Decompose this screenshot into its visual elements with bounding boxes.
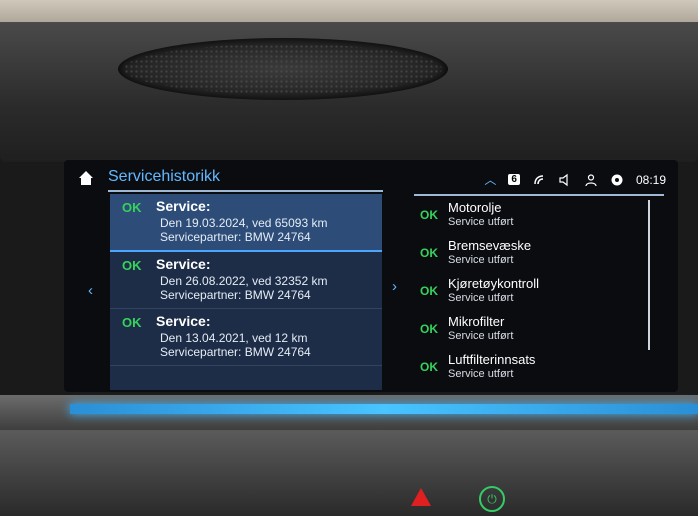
ambient-light-strip — [70, 404, 698, 414]
connectivity-icon[interactable] — [532, 173, 546, 187]
service-record-1[interactable]: OK Service: Den 19.03.2024, ved 65093 km… — [110, 194, 382, 252]
service-item-mikrofilter[interactable]: OK Mikrofilter Service utført — [414, 310, 664, 348]
item-name: Mikrofilter — [448, 314, 505, 329]
item-status-text: Service utført — [448, 216, 514, 228]
service-item-motorolje[interactable]: OK Motorolje Service utført — [414, 196, 664, 234]
service-item-kjoretoykontroll[interactable]: OK Kjøretøykontroll Service utført — [414, 272, 664, 310]
ok-status: OK — [420, 208, 438, 222]
record-date: Den 13.04.2021, ved 12 km — [160, 331, 308, 345]
center-console — [0, 430, 698, 516]
ok-status: OK — [122, 200, 142, 215]
page-title: Servicehistorikk — [108, 168, 221, 185]
speaker-icon[interactable] — [558, 173, 572, 187]
climate-icon[interactable] — [610, 173, 624, 187]
service-record-2[interactable]: OK Service: Den 26.08.2022, ved 32352 km… — [110, 252, 382, 309]
record-heading: Service: — [156, 256, 211, 272]
ok-status: OK — [122, 258, 142, 273]
scrollbar[interactable] — [648, 200, 650, 350]
service-item-luftfilterinnsats[interactable]: OK Luftfilterinnsats Service utført — [414, 348, 664, 386]
notification-badge[interactable]: 6 — [508, 174, 520, 185]
ok-status: OK — [420, 246, 438, 260]
record-heading: Service: — [156, 198, 211, 214]
drive-mode-button-icon[interactable]: ⏻ — [479, 486, 505, 512]
record-date: Den 26.08.2022, ved 32352 km — [160, 274, 328, 288]
chevron-up-icon[interactable]: ︿ — [484, 171, 496, 188]
ok-status: OK — [420, 284, 438, 298]
record-partner: Servicepartner: BMW 24764 — [160, 288, 311, 302]
record-partner: Servicepartner: BMW 24764 — [160, 230, 311, 244]
service-history-list: OK Service: Den 19.03.2024, ved 65093 km… — [110, 194, 382, 390]
title-underline — [108, 190, 383, 192]
item-name: Luftfilterinnsats — [448, 352, 536, 367]
item-name: Bremsevæske — [448, 238, 532, 253]
ok-status: OK — [420, 360, 438, 374]
item-status-text: Service utført — [448, 254, 514, 266]
profile-icon[interactable] — [584, 173, 598, 187]
ok-status: OK — [122, 315, 142, 330]
record-heading: Service: — [156, 313, 211, 329]
hazard-button-icon[interactable] — [411, 488, 431, 506]
status-bar: ︿ 6 08:19 — [484, 171, 666, 188]
infotainment-screen: Servicehistorikk ︿ 6 08:19 ‹ › OK Servic… — [64, 160, 678, 392]
ok-status: OK — [420, 322, 438, 336]
dashboard-speaker — [118, 38, 448, 100]
item-name: Motorolje — [448, 200, 502, 215]
service-items-list: OK Motorolje Service utført OK Bremsevæs… — [414, 194, 664, 392]
record-date: Den 19.03.2024, ved 65093 km — [160, 216, 328, 230]
home-icon[interactable] — [78, 170, 94, 186]
item-name: Kjøretøykontroll — [448, 276, 540, 291]
chevron-right-icon[interactable]: › — [392, 278, 397, 295]
dashboard-trim — [0, 395, 698, 433]
chevron-left-icon[interactable]: ‹ — [88, 282, 93, 299]
item-status-text: Service utført — [448, 330, 514, 342]
service-record-3[interactable]: OK Service: Den 13.04.2021, ved 12 km Se… — [110, 309, 382, 366]
service-item-bremsevaeske[interactable]: OK Bremsevæske Service utført — [414, 234, 664, 272]
record-partner: Servicepartner: BMW 24764 — [160, 345, 311, 359]
item-status-text: Service utført — [448, 292, 514, 304]
item-status-text: Service utført — [448, 368, 514, 380]
clock: 08:19 — [635, 172, 666, 187]
